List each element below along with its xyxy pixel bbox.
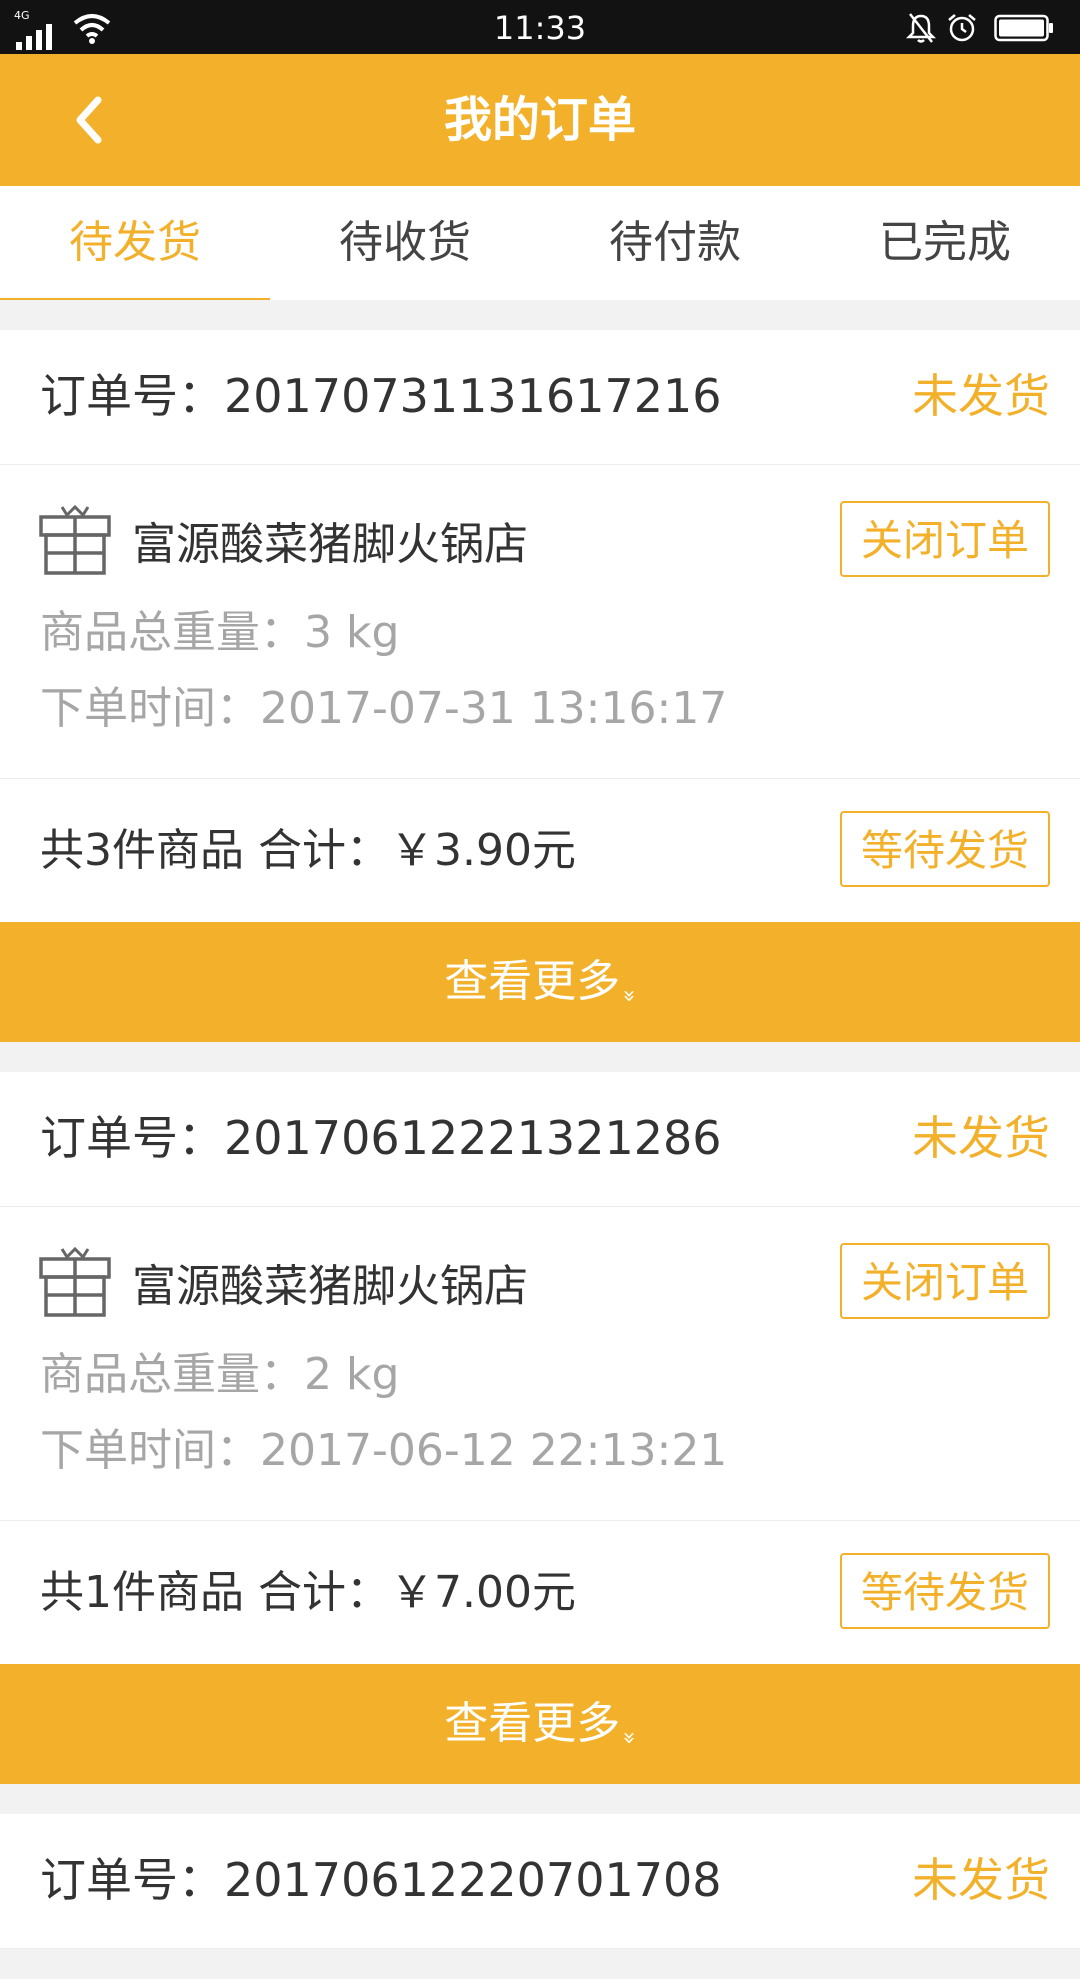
order-status: 未发货 (912, 1853, 1050, 1907)
close-order-button[interactable]: 关闭订单 (840, 501, 1050, 577)
order-number: 订单号：20170612221321286 (40, 1111, 722, 1165)
total-weight: 商品总重量：2 kg (40, 1349, 400, 1400)
await-shipment-button[interactable]: 等待发货 (840, 1553, 1050, 1629)
alarm-icon (948, 14, 976, 42)
order-status: 未发货 (912, 1111, 1050, 1165)
order-number: 订单号：20170731131617216 (40, 369, 722, 423)
status-bar: 4G 11:33 (0, 0, 1080, 54)
tab-pending-receipt[interactable]: 待收货 (270, 186, 540, 300)
close-order-button[interactable]: 关闭订单 (840, 1243, 1050, 1319)
tab-completed[interactable]: 已完成 (810, 186, 1080, 300)
order-card: 订单号：20170731131617216 未发货 富源酸菜猪脚火锅店 关闭订单… (0, 330, 1080, 1042)
order-number: 订单号：20170612220701708 (40, 1853, 722, 1907)
order-card: 订单号：20170612221321286 未发货 富源酸菜猪脚火锅店 关闭订单… (0, 1072, 1080, 1784)
order-footer: 共3件商品 合计：￥3.90元 等待发货 (0, 779, 1080, 922)
order-body: 富源酸菜猪脚火锅店 关闭订单 商品总重量：3 kg 下单时间：2017-07-3… (0, 465, 1080, 779)
gift-icon (39, 1246, 111, 1317)
view-more-button[interactable]: 查看更多» (0, 922, 1080, 1042)
status-right (906, 10, 1066, 44)
order-footer: 共1件商品 合计：￥7.00元 等待发货 (0, 1521, 1080, 1664)
order-header: 订单号：20170612220701708 未发货 (0, 1814, 1080, 1949)
app-header: 我的订单 (0, 54, 1080, 186)
bell-muted-icon (906, 13, 936, 43)
order-total: 共1件商品 合计：￥7.00元 (40, 1567, 576, 1618)
shop-name: 富源酸菜猪脚火锅店 (132, 1261, 528, 1312)
order-list: 订单号：20170731131617216 未发货 富源酸菜猪脚火锅店 关闭订单… (0, 330, 1080, 1979)
order-time: 下单时间：2017-07-31 13:16:17 (40, 683, 728, 734)
battery-icon (994, 14, 1053, 42)
gift-icon (39, 504, 111, 575)
view-more-button[interactable]: 查看更多» (0, 1664, 1080, 1784)
shop-name: 富源酸菜猪脚火锅店 (132, 519, 528, 570)
double-chevron-down-icon: » (617, 989, 642, 1003)
order-header: 订单号：20170612221321286 未发货 (0, 1072, 1080, 1207)
page-title: 我的订单 (443, 92, 636, 148)
tab-pending-shipment[interactable]: 待发货 (0, 186, 270, 300)
double-chevron-down-icon: » (617, 1731, 642, 1745)
order-card: 订单号：20170612220701708 未发货 (0, 1814, 1080, 1949)
order-body: 富源酸菜猪脚火锅店 关闭订单 商品总重量：2 kg 下单时间：2017-06-1… (0, 1207, 1080, 1521)
tab-pending-payment[interactable]: 待付款 (540, 186, 810, 300)
total-weight: 商品总重量：3 kg (40, 607, 400, 658)
order-total: 共3件商品 合计：￥3.90元 (40, 825, 576, 876)
order-time: 下单时间：2017-06-12 22:13:21 (40, 1425, 728, 1476)
order-status: 未发货 (912, 369, 1050, 423)
order-tabs: 待发货 待收货 待付款 已完成 (0, 186, 1080, 300)
await-shipment-button[interactable]: 等待发货 (840, 811, 1050, 887)
order-header: 订单号：20170731131617216 未发货 (0, 330, 1080, 465)
